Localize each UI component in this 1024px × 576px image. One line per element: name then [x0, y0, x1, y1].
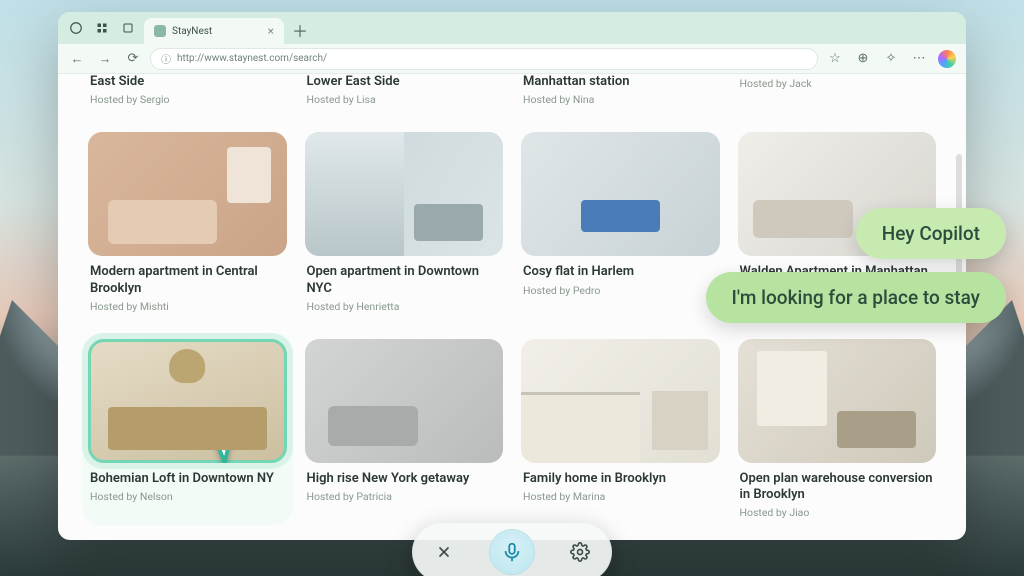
- listing-title: Modern apartment in Central Brooklyn: [90, 264, 285, 297]
- listing-host: Hosted by Pedro: [523, 284, 718, 297]
- listing-host: Hosted by Marina: [523, 490, 718, 503]
- listing-thumbnail: [521, 339, 720, 463]
- microphone-button[interactable]: [489, 529, 535, 575]
- refresh-button[interactable]: ⟳: [122, 48, 144, 70]
- chat-bubble-user: Hey Copilot: [856, 208, 1006, 259]
- listing-host: Hosted by Nina: [523, 93, 718, 106]
- listing-host: Hosted by Jiao: [740, 506, 935, 519]
- listing-card[interactable]: Family home in Brooklyn Hosted by Marina: [521, 339, 720, 520]
- listing-card[interactable]: High rise New York getaway Hosted by Patr…: [305, 339, 504, 520]
- settings-button[interactable]: [562, 534, 598, 570]
- tab-favicon-icon: [154, 25, 166, 37]
- browser-tab[interactable]: StayNest ×: [144, 18, 284, 44]
- url-text: http://www.staynest.com/search/: [177, 53, 327, 64]
- close-button[interactable]: [426, 534, 462, 570]
- forward-button[interactable]: →: [94, 48, 116, 70]
- copilot-icon: [938, 50, 956, 68]
- listing-thumbnail: [88, 339, 287, 463]
- listing-title: Manhattan station: [523, 74, 718, 90]
- copilot-button[interactable]: [936, 48, 958, 70]
- address-bar[interactable]: ⓘ http://www.staynest.com/search/: [150, 48, 818, 70]
- listing-host: Hosted by Lisa: [307, 93, 502, 106]
- listing-title: Open plan warehouse conversion in Brookl…: [740, 471, 935, 504]
- listing-host: Hosted by Henrietta: [307, 300, 502, 313]
- listing-card-selected[interactable]: Bohemian Loft in Downtown NY Hosted by Ne…: [82, 333, 293, 526]
- listing-title: High rise New York getaway: [307, 471, 502, 487]
- new-tab-button[interactable]: ＋: [290, 20, 310, 40]
- listing-thumbnail: [738, 339, 937, 463]
- listing-title: Family home in Brooklyn: [523, 471, 718, 487]
- menu-button[interactable]: ⋯: [908, 48, 930, 70]
- workspaces-icon[interactable]: [92, 18, 112, 38]
- listing-title: Bohemian Loft in Downtown NY: [90, 471, 285, 487]
- listing-thumbnail: [305, 339, 504, 463]
- listing-title: Open apartment in Downtown NYC: [307, 264, 502, 297]
- listing-host: Hosted by Mishti: [90, 300, 285, 313]
- listing-host: Hosted by Sergio: [90, 93, 285, 106]
- listing-card[interactable]: Manhattan station Hosted by Nina: [521, 74, 720, 106]
- listing-thumbnail: [88, 132, 287, 256]
- listing-card[interactable]: Lower East Side Hosted by Lisa: [305, 74, 504, 106]
- listing-host: Hosted by Patricia: [307, 490, 502, 503]
- listing-title: East Side: [90, 74, 285, 90]
- extensions-button[interactable]: ✧: [880, 48, 902, 70]
- tab-close-icon[interactable]: ×: [268, 24, 274, 38]
- profile-icon[interactable]: [66, 18, 86, 38]
- toolbar: ← → ⟳ ⓘ http://www.staynest.com/search/ …: [58, 44, 966, 74]
- listing-thumbnail: [305, 132, 504, 256]
- listing-host: Hosted by Nelson: [90, 490, 285, 503]
- copilot-voice-bar: [412, 522, 612, 576]
- listing-card[interactable]: Hosted by Jack: [738, 74, 937, 106]
- tab-title: StayNest: [172, 26, 212, 37]
- back-button[interactable]: ←: [66, 48, 88, 70]
- listing-card[interactable]: Open apartment in Downtown NYC Hosted by …: [305, 132, 504, 313]
- chat-bubble-user: I'm looking for a place to stay: [706, 272, 1006, 323]
- listing-card[interactable]: Cosy flat in Harlem Hosted by Pedro: [521, 132, 720, 313]
- listing-title: Lower East Side: [307, 74, 502, 90]
- listing-card[interactable]: East Side Hosted by Sergio: [88, 74, 287, 106]
- listing-title: Cosy flat in Harlem: [523, 264, 718, 280]
- lock-icon: ⓘ: [161, 51, 171, 66]
- collections-button[interactable]: ⊕: [852, 48, 874, 70]
- listing-card[interactable]: Modern apartment in Central Brooklyn Host…: [88, 132, 287, 313]
- tab-strip: StayNest × ＋: [58, 12, 966, 44]
- listing-thumbnail: [521, 132, 720, 256]
- tab-actions-icon[interactable]: [118, 18, 138, 38]
- listing-host: Hosted by Jack: [740, 77, 935, 90]
- favorite-button[interactable]: ☆: [824, 48, 846, 70]
- listing-card[interactable]: Open plan warehouse conversion in Brookl…: [738, 339, 937, 520]
